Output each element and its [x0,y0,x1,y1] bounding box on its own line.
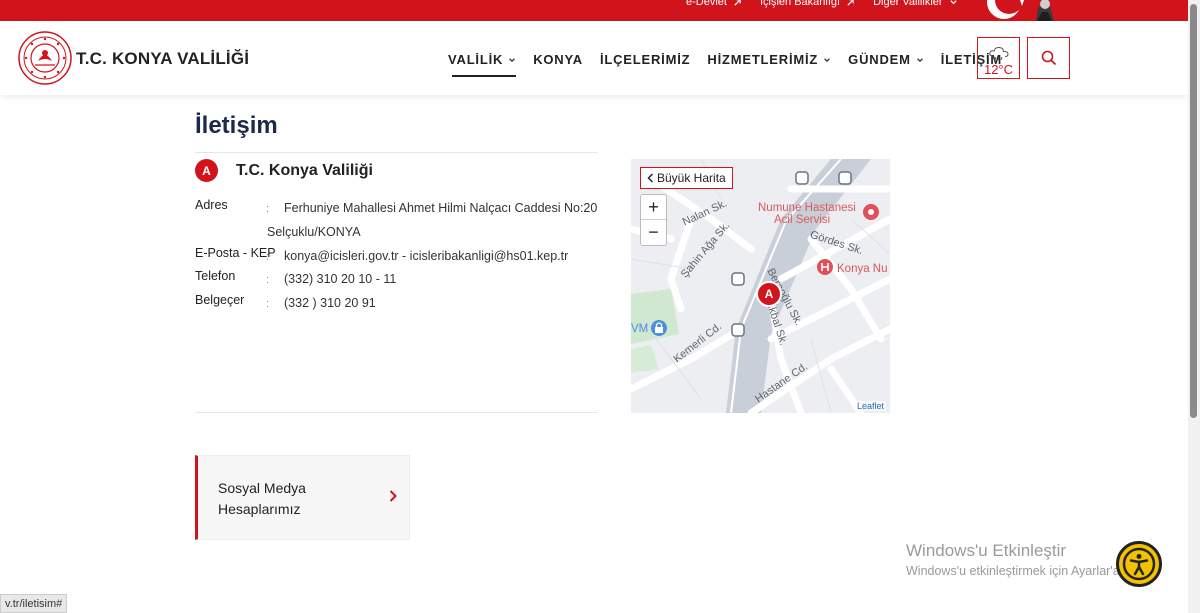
map-poi-avm: VM [631,323,649,335]
big-map-label: Büyük Harita [657,171,726,185]
accessibility-icon [1122,547,1156,581]
divider [195,412,598,413]
nav-item-valilik[interactable]: VALİLİK [448,52,517,77]
windows-activation-title: Windows'u Etkinleştir [906,541,1067,560]
map-poi-konya: Konya Nu [837,263,888,275]
phone-value[interactable]: (332) 310 20 10 - 11 [284,272,396,286]
search-icon [1041,50,1056,66]
location-marker-badge: A [195,159,218,182]
social-media-label: Sosyal Medya Hesaplarımız [218,480,306,517]
governorship-seal-logo[interactable] [18,31,72,85]
weather-temperature: 12°C [983,62,1014,77]
site-header: T.C. KONYA VALİLİĞİ VALİLİK KONYA İLÇELE… [0,21,1188,95]
nav-label: GÜNDEM [848,52,911,67]
nav-label: VALİLİK [448,52,504,67]
address-value-line1: Ferhuniye Mahallesi Ahmet Hilmi Nalçacı … [284,201,598,215]
top-link-ministry[interactable]: İçişleri Bakanlığı [760,0,855,8]
address-value-line2: Selçuklu/KONYA [267,225,361,239]
top-link-other-governorships[interactable]: Diğer Valilikler [873,0,957,8]
nav-label: HİZMETLERİMİZ [707,52,819,67]
page-scrollbar[interactable] [1188,0,1200,613]
chevron-down-icon [824,57,830,62]
location-map[interactable]: Büyük Harita + − Nalan Sk. Şahin Ağa Sk.… [631,159,890,413]
colon-separator: : [266,274,270,286]
weather-widget[interactable]: 12°C [977,37,1020,79]
chevron-left-icon [647,173,654,183]
colon-separator: : [266,251,270,263]
nav-item-konya[interactable]: KONYA [533,52,583,67]
divider [195,152,598,153]
map-location-pin[interactable]: A [756,281,782,307]
external-link-icon [734,0,741,6]
external-link-icon [847,0,854,6]
nav-item-gundem[interactable]: GÜNDEM [848,52,924,67]
email-label: E-Posta - KEP [195,246,276,260]
nav-item-ilcelerimiz[interactable]: İLÇELERİMİZ [600,52,690,67]
chevron-right-icon [389,490,397,502]
zoom-out-button[interactable]: − [641,220,666,245]
nav-label: KONYA [533,52,583,67]
phone-label: Telefon [195,269,236,283]
top-links: e-Devlet İçişleri Bakanlığı Diğer Valili… [686,0,958,8]
chevron-down-icon [949,0,957,4]
page-title: İletişim [195,112,278,139]
top-bar: e-Devlet İçişleri Bakanlığı Diğer Valili… [0,0,1188,21]
map-poi-label: Acil Servisi [774,214,831,226]
site-title[interactable]: T.C. KONYA VALİLİĞİ [76,49,249,69]
fax-value: (332 ) 310 20 91 [284,296,376,310]
social-media-card[interactable]: Sosyal Medya Hesaplarımız [195,455,410,540]
fax-label: Belgeçer [195,293,245,307]
big-map-button[interactable]: Büyük Harita [640,167,733,189]
top-link-label: Diğer Valilikler [873,0,943,8]
accessibility-button[interactable] [1116,541,1162,587]
map-poi-hospital: Numune Hastanesi Acil Servisi [758,202,856,226]
top-link-label: İçişleri Bakanlığı [759,0,841,8]
search-button[interactable] [1027,37,1070,79]
turkish-flag-image [982,0,1072,21]
colon-separator: : [266,298,270,310]
chevron-down-icon [509,57,515,62]
zoom-in-button[interactable]: + [641,195,666,220]
windows-activation-subtitle: Windows'u etkinleştirmek için Ayarlar'a [906,564,1120,578]
email-value[interactable]: konya@icisleri.gov.tr - icisleribakanlig… [284,249,568,263]
top-link-edevlet[interactable]: e-Devlet [686,0,742,8]
address-label: Adres [195,198,228,212]
map-poi-label: Numune Hastanesi [758,202,856,214]
nav-label: İLÇELERİMİZ [599,52,691,67]
browser-status-url: v.tr/iletisim# [0,594,68,613]
main-nav: VALİLİK KONYA İLÇELERİMİZ HİZMETLERİMİZ … [448,52,1002,77]
cloud-rain-icon [988,46,1009,61]
map-zoom-control: + − [640,194,667,246]
colon-separator: : [266,203,270,215]
top-link-label: e-Devlet [686,0,727,8]
map-attribution-link[interactable]: Leaflet [854,401,886,411]
office-name: T.C. Konya Valiliği [236,162,373,179]
scrollbar-thumb[interactable] [1190,4,1197,418]
chevron-down-icon [916,57,923,62]
nav-item-hizmetlerimiz[interactable]: HİZMETLERİMİZ [707,52,831,67]
